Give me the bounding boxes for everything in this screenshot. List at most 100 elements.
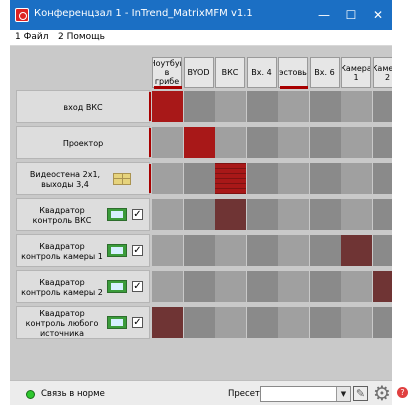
column-active-indicator <box>280 86 308 89</box>
matrix-cell-selected[interactable] <box>215 199 246 230</box>
matrix-cell[interactable] <box>152 199 183 230</box>
monitor-icon[interactable] <box>107 316 127 329</box>
matrix-cell[interactable] <box>309 271 341 302</box>
matrix-cell[interactable] <box>372 163 392 194</box>
matrix-cell[interactable] <box>183 235 215 266</box>
matrix-cell[interactable] <box>341 91 372 122</box>
output-enable-checkbox[interactable]: ✓ <box>132 317 143 328</box>
title-bar[interactable]: Конференцзал 1 - InTrend_MatrixMFM v1.1 … <box>10 0 392 30</box>
brick-pattern <box>215 163 246 194</box>
menu-help[interactable]: 2 Помощь <box>58 32 105 42</box>
output-row-panel: Квадратор контроль камеры 2 ✓ <box>16 270 150 303</box>
matrix-cell[interactable] <box>152 235 183 266</box>
output-row-panel: Проектор <box>16 126 150 159</box>
chevron-down-icon[interactable]: ▼ <box>336 387 350 401</box>
matrix-cell[interactable] <box>215 91 246 122</box>
video-wall-icon <box>113 173 131 185</box>
matrix-cell[interactable] <box>278 235 309 266</box>
matrix-cell[interactable] <box>309 235 341 266</box>
matrix-cell-selected[interactable] <box>341 235 372 266</box>
menu-file[interactable]: 1 Файл <box>15 32 48 42</box>
matrix-cell[interactable] <box>341 199 372 230</box>
input-column-header[interactable]: ВКС <box>215 57 245 88</box>
input-column-header[interactable]: BYOD <box>183 57 214 88</box>
output-enable-checkbox[interactable]: ✓ <box>132 245 143 256</box>
matrix-cell[interactable] <box>246 163 278 194</box>
matrix-cell[interactable] <box>372 199 392 230</box>
preset-label: Пресет: <box>228 389 263 399</box>
maximize-button[interactable]: ☐ <box>337 4 365 26</box>
matrix-cell[interactable] <box>278 91 309 122</box>
matrix-cell[interactable] <box>246 307 278 338</box>
minimize-button[interactable]: — <box>310 4 338 26</box>
gear-icon[interactable]: ⚙ <box>372 382 392 404</box>
matrix-cell[interactable] <box>372 127 392 158</box>
matrix-cell[interactable] <box>246 91 278 122</box>
matrix-cell[interactable] <box>278 163 309 194</box>
matrix-cell[interactable] <box>246 199 278 230</box>
matrix-cell[interactable] <box>278 307 309 338</box>
monitor-icon[interactable] <box>107 280 127 293</box>
preset-select[interactable]: ▼ <box>260 386 351 402</box>
matrix-cell[interactable] <box>372 307 392 338</box>
matrix-cell[interactable] <box>246 271 278 302</box>
matrix-cell[interactable] <box>215 127 246 158</box>
matrix-cell[interactable] <box>183 199 215 230</box>
input-column-header[interactable]: Вх. 6 <box>309 57 340 88</box>
matrix-cell[interactable] <box>278 199 309 230</box>
output-enable-checkbox[interactable]: ✓ <box>132 281 143 292</box>
row-active-indicator <box>149 128 151 157</box>
edit-preset-icon[interactable]: ✎ <box>353 386 368 401</box>
matrix-cell[interactable] <box>341 307 372 338</box>
monitor-icon[interactable] <box>107 208 127 221</box>
input-column-header[interactable]: Камера 1 <box>341 57 371 88</box>
output-row-panel: Квадратор контроль любого источника ✓ <box>16 306 150 339</box>
matrix-cell[interactable] <box>341 163 372 194</box>
input-column-header[interactable]: эстовь <box>278 57 308 88</box>
matrix-cell[interactable] <box>183 307 215 338</box>
connection-status-icon <box>26 390 35 399</box>
output-row-label: Квадратор контроль любого источника <box>25 308 99 338</box>
input-column-header[interactable]: Вх. 4 <box>246 57 277 88</box>
matrix-cell-selected[interactable] <box>183 127 215 158</box>
matrix-cell[interactable] <box>309 91 341 122</box>
matrix-cell[interactable] <box>246 235 278 266</box>
output-row-label: Проектор <box>62 138 104 148</box>
matrix-cell[interactable] <box>152 163 183 194</box>
help-icon[interactable]: ? <box>397 387 408 398</box>
input-column-header[interactable]: Ноутбук в грибе <box>152 57 182 88</box>
matrix-cell[interactable] <box>309 163 341 194</box>
matrix-cell[interactable] <box>183 271 215 302</box>
matrix-cell[interactable] <box>183 163 215 194</box>
monitor-icon[interactable] <box>107 244 127 257</box>
matrix-cell[interactable] <box>152 271 183 302</box>
matrix-cell[interactable] <box>183 91 215 122</box>
matrix-cell[interactable] <box>278 271 309 302</box>
matrix-cell[interactable] <box>309 307 341 338</box>
matrix-cell[interactable] <box>341 127 372 158</box>
matrix-cell[interactable] <box>372 235 392 266</box>
matrix-cell[interactable] <box>372 91 392 122</box>
row-active-indicator <box>149 92 151 121</box>
input-column-header[interactable]: Камера 2 <box>372 57 392 88</box>
matrix-cell[interactable] <box>215 235 246 266</box>
matrix-cell[interactable] <box>215 307 246 338</box>
output-enable-checkbox[interactable]: ✓ <box>132 209 143 220</box>
matrix-cell[interactable] <box>152 127 183 158</box>
matrix-cell-selected[interactable] <box>215 163 246 194</box>
matrix-cell[interactable] <box>309 199 341 230</box>
connection-status-text: Связь в норме <box>41 389 105 399</box>
row-active-indicator <box>149 164 151 193</box>
matrix-cell[interactable] <box>215 271 246 302</box>
matrix-cell[interactable] <box>309 127 341 158</box>
output-row-label: Квадратор контроль камеры 1 <box>21 241 103 261</box>
output-row-panel: Квадратор контроль камеры 1 ✓ <box>16 234 150 267</box>
window-title: Конференцзал 1 - InTrend_MatrixMFM v1.1 <box>34 8 253 19</box>
matrix-cell[interactable] <box>246 127 278 158</box>
close-button[interactable]: ✕ <box>364 4 392 26</box>
matrix-cell[interactable] <box>278 127 309 158</box>
matrix-cell-selected[interactable] <box>152 91 183 122</box>
matrix-cell-selected[interactable] <box>372 271 392 302</box>
matrix-cell[interactable] <box>341 271 372 302</box>
matrix-cell-selected[interactable] <box>152 307 183 338</box>
